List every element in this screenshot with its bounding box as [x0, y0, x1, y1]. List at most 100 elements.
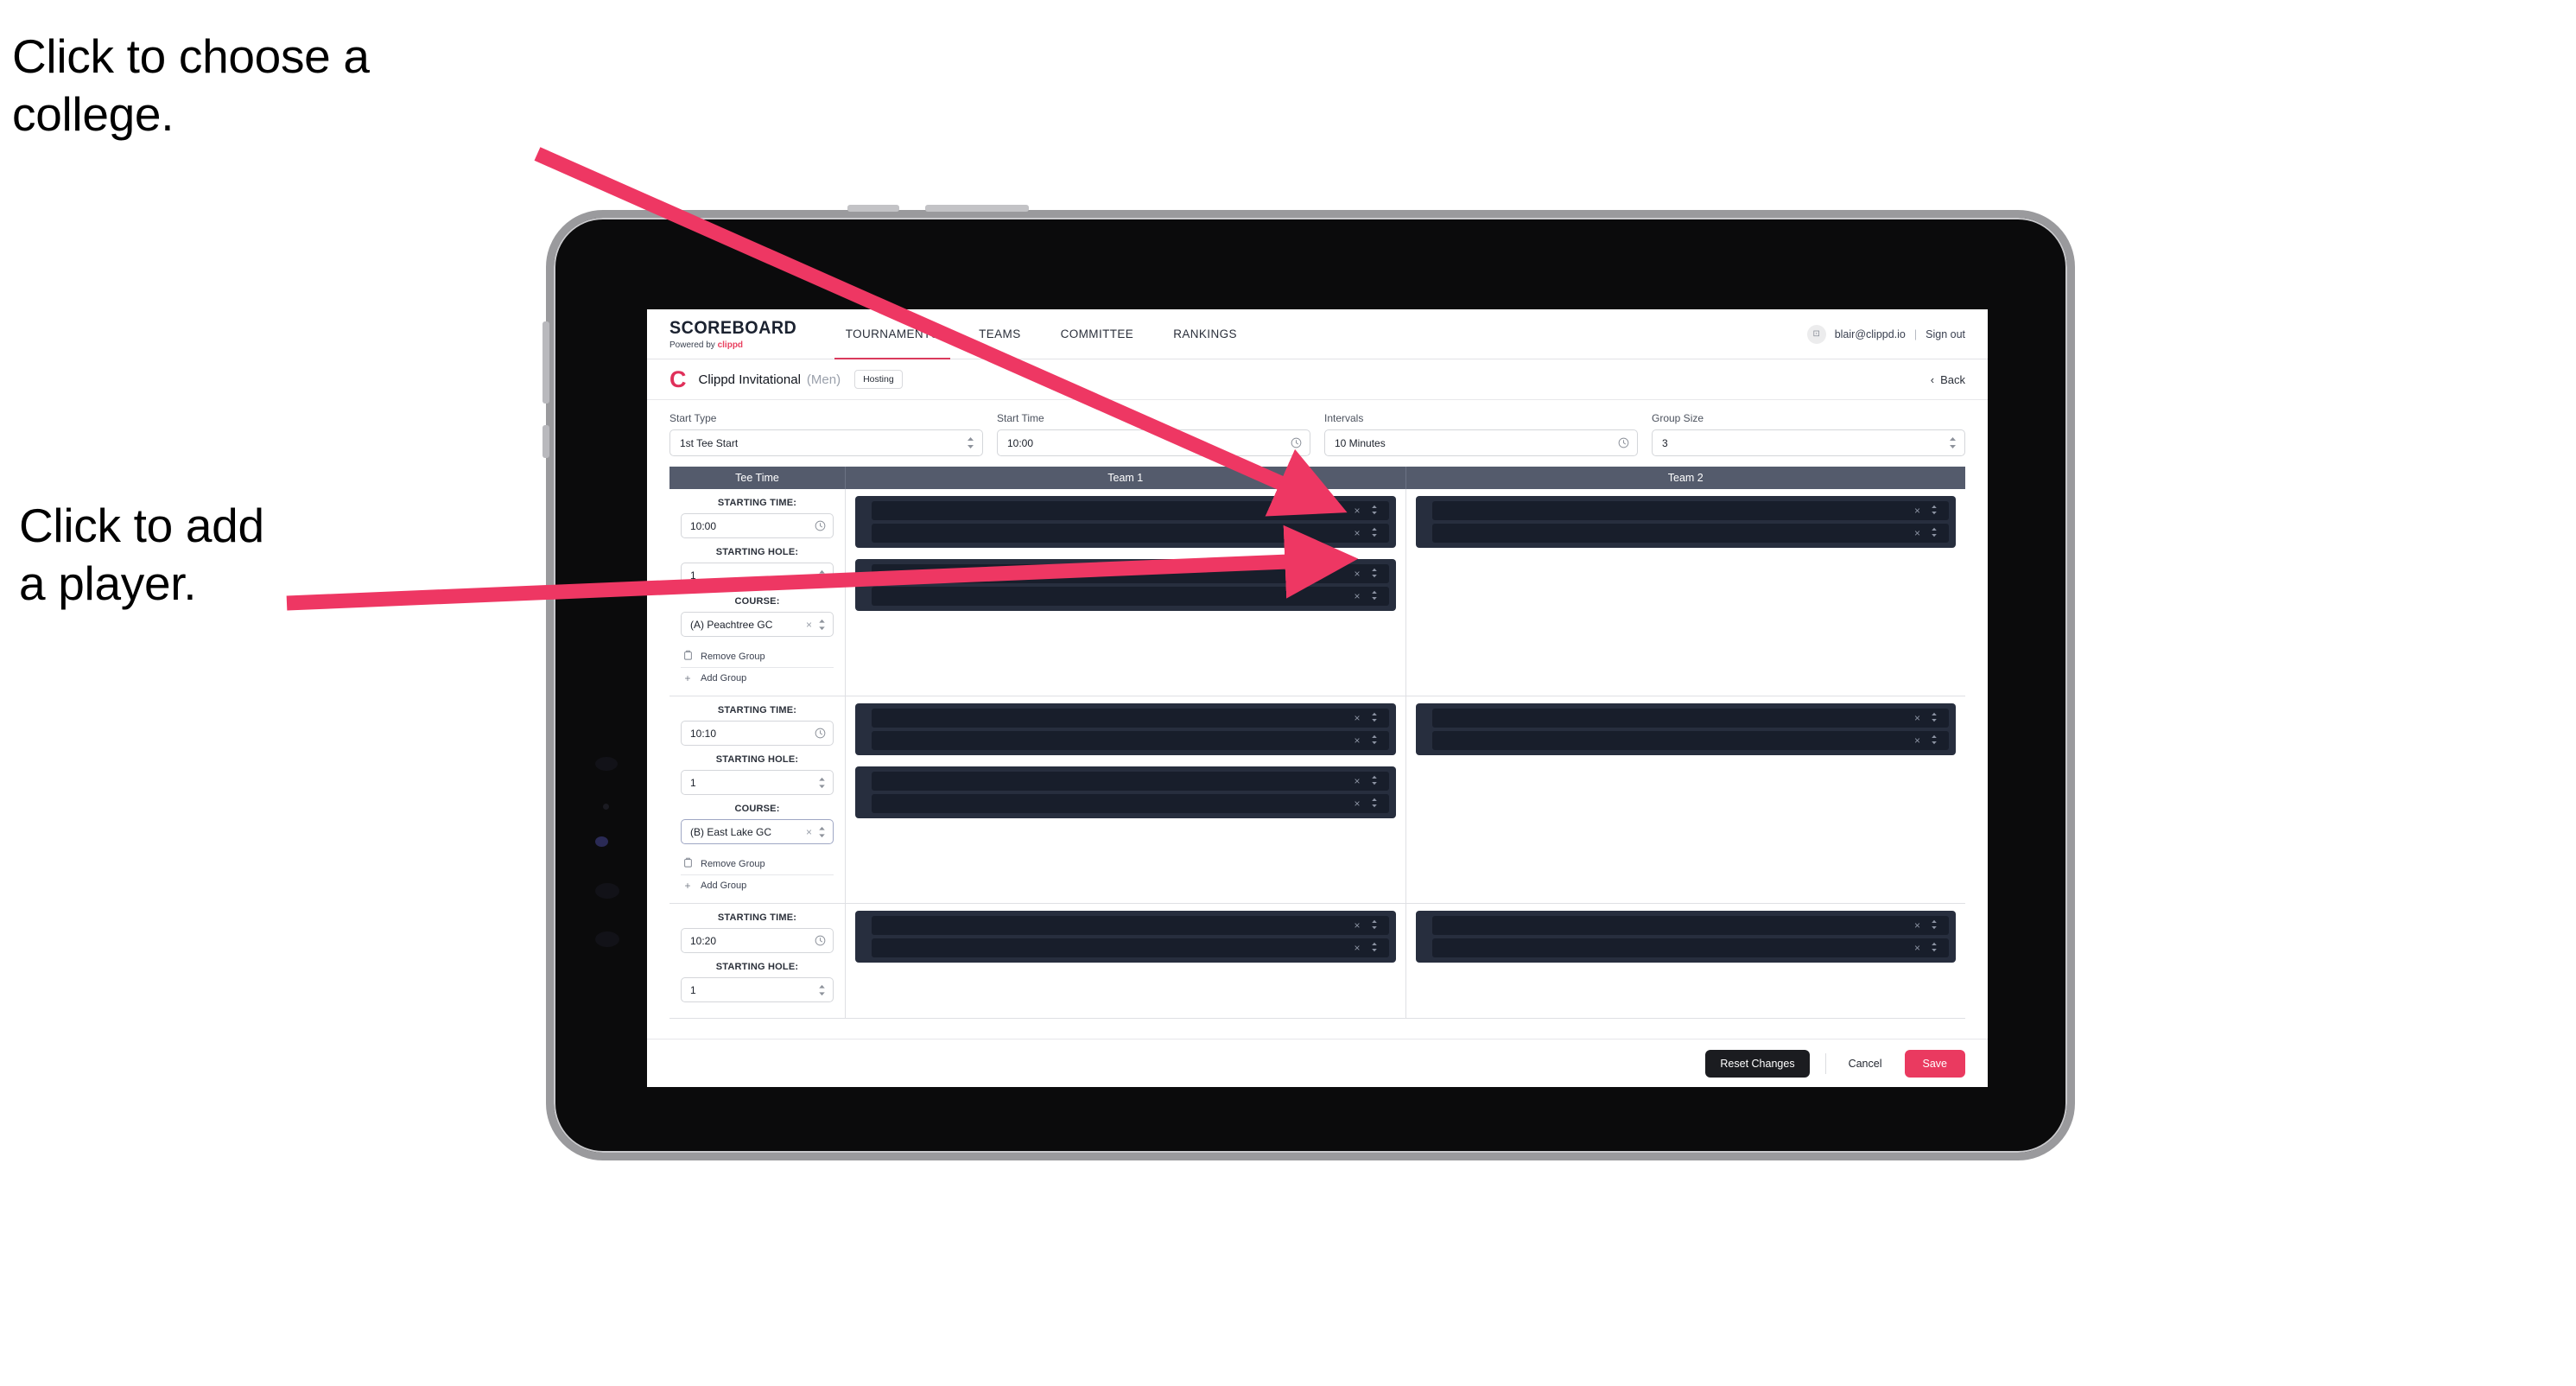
- player-pair-group: × ×: [855, 911, 1396, 963]
- chevron-updown-icon[interactable]: [1931, 527, 1938, 540]
- close-icon[interactable]: ×: [1914, 943, 1920, 953]
- close-icon[interactable]: ×: [1354, 776, 1360, 786]
- close-icon[interactable]: ×: [1354, 798, 1360, 809]
- chevron-updown-icon[interactable]: [1371, 712, 1378, 725]
- intervals-input[interactable]: 10 Minutes: [1324, 429, 1638, 456]
- close-icon[interactable]: ×: [1354, 920, 1360, 931]
- reset-changes-button[interactable]: Reset Changes: [1705, 1049, 1810, 1078]
- remove-group-button[interactable]: Remove Group: [681, 853, 834, 875]
- chevron-updown-icon[interactable]: [818, 826, 826, 838]
- chevron-updown-icon[interactable]: [1931, 712, 1938, 725]
- cancel-button[interactable]: Cancel: [1842, 1050, 1889, 1078]
- close-icon[interactable]: ×: [1914, 735, 1920, 746]
- player-slot[interactable]: ×: [1431, 731, 1949, 750]
- course-select[interactable]: (A) Peachtree GC ×: [681, 612, 834, 637]
- close-icon[interactable]: ×: [1354, 569, 1360, 579]
- scoreboard-logo[interactable]: SCOREBOARD Powered by clippd: [647, 309, 826, 359]
- chevron-updown-icon[interactable]: [818, 619, 826, 631]
- avatar[interactable]: ⊡: [1806, 324, 1826, 344]
- chevron-updown-icon[interactable]: [1931, 734, 1938, 747]
- player-slot[interactable]: ×: [872, 564, 1389, 583]
- course-select[interactable]: (B) East Lake GC ×: [681, 819, 834, 844]
- chevron-updown-icon[interactable]: [818, 777, 826, 789]
- player-slot[interactable]: ×: [872, 772, 1389, 791]
- clock-icon[interactable]: [1618, 437, 1629, 448]
- player-slot[interactable]: ×: [872, 709, 1389, 728]
- player-slot[interactable]: ×: [872, 794, 1389, 813]
- chevron-updown-icon[interactable]: [1931, 919, 1938, 932]
- starting-hole-input[interactable]: 1: [681, 770, 834, 795]
- nav-item-tournaments-label: TOURNAMENTS: [845, 327, 940, 340]
- clock-icon[interactable]: [815, 728, 826, 739]
- chevron-updown-icon[interactable]: [1371, 919, 1378, 932]
- chevron-updown-icon[interactable]: [1371, 798, 1378, 811]
- nav-item-tournaments[interactable]: TOURNAMENTS: [826, 309, 959, 359]
- volume-up-button[interactable]: [542, 321, 549, 404]
- start-type-select[interactable]: 1st Tee Start: [669, 429, 983, 456]
- nav-item-rankings[interactable]: RANKINGS: [1153, 309, 1257, 359]
- player-slot[interactable]: ×: [1431, 916, 1949, 935]
- player-slot[interactable]: ×: [1431, 709, 1949, 728]
- power-button[interactable]: [847, 205, 899, 212]
- starting-time-input[interactable]: 10:10: [681, 721, 834, 746]
- chevron-updown-icon[interactable]: [1371, 527, 1378, 540]
- chevron-updown-icon[interactable]: [1931, 505, 1938, 518]
- chevron-updown-icon[interactable]: [1371, 568, 1378, 581]
- close-icon[interactable]: ×: [1914, 528, 1920, 538]
- player-slot[interactable]: ×: [872, 938, 1389, 957]
- close-icon[interactable]: ×: [1354, 943, 1360, 953]
- player-slot[interactable]: ×: [872, 731, 1389, 750]
- starting-hole-input[interactable]: 1: [681, 977, 834, 1002]
- close-icon[interactable]: ×: [1354, 528, 1360, 538]
- remove-group-label: Remove Group: [701, 651, 765, 662]
- add-group-button[interactable]: + Add Group: [681, 875, 834, 896]
- player-slot[interactable]: ×: [872, 916, 1389, 935]
- remove-group-button[interactable]: Remove Group: [681, 645, 834, 668]
- clock-icon[interactable]: [815, 935, 826, 946]
- clear-icon[interactable]: ×: [806, 619, 812, 631]
- player-slot[interactable]: ×: [872, 524, 1389, 543]
- add-group-button[interactable]: + Add Group: [681, 668, 834, 689]
- chevron-updown-icon[interactable]: [1371, 942, 1378, 955]
- chevron-updown-icon[interactable]: [1949, 436, 1957, 449]
- nav-item-committee[interactable]: COMMITTEE: [1041, 309, 1154, 359]
- player-slot[interactable]: ×: [1431, 524, 1949, 543]
- player-slot[interactable]: ×: [872, 501, 1389, 520]
- player-slot[interactable]: ×: [1431, 501, 1949, 520]
- player-slot[interactable]: ×: [1431, 938, 1949, 957]
- player-pair-group: × ×: [1415, 911, 1956, 963]
- starting-hole-input[interactable]: 1: [681, 563, 834, 588]
- chevron-updown-icon[interactable]: [1371, 505, 1378, 518]
- close-icon[interactable]: ×: [1354, 735, 1360, 746]
- close-icon[interactable]: ×: [1914, 505, 1920, 516]
- back-button[interactable]: ‹ Back: [1931, 373, 1965, 386]
- starting-time-input[interactable]: 10:20: [681, 928, 834, 953]
- volume-down-button[interactable]: [542, 425, 549, 458]
- save-button[interactable]: Save: [1904, 1049, 1965, 1078]
- close-icon[interactable]: ×: [1914, 713, 1920, 723]
- close-icon[interactable]: ×: [1354, 713, 1360, 723]
- chevron-updown-icon[interactable]: [1371, 775, 1378, 788]
- clear-icon[interactable]: ×: [806, 826, 812, 838]
- clock-icon[interactable]: [1291, 437, 1302, 448]
- chevron-updown-icon[interactable]: [1931, 942, 1938, 955]
- close-icon[interactable]: ×: [1354, 591, 1360, 601]
- close-icon[interactable]: ×: [1354, 505, 1360, 516]
- sign-out-link[interactable]: Sign out: [1926, 328, 1965, 340]
- close-icon[interactable]: ×: [1914, 920, 1920, 931]
- starting-time-input[interactable]: 10:00: [681, 513, 834, 538]
- clock-icon[interactable]: [815, 520, 826, 531]
- starting-hole-label: STARTING HOLE:: [715, 754, 799, 765]
- bezel-speaker-dot-3: [595, 931, 619, 947]
- player-slot[interactable]: ×: [872, 587, 1389, 606]
- chevron-updown-icon[interactable]: [1371, 590, 1378, 603]
- chevron-updown-icon[interactable]: [818, 569, 826, 582]
- start-time-input[interactable]: 10:00: [997, 429, 1310, 456]
- group-size-stepper[interactable]: 3: [1652, 429, 1965, 456]
- team-2-cell: × ×: [1405, 489, 1965, 696]
- nav-item-teams[interactable]: TEAMS: [959, 309, 1041, 359]
- chevron-updown-icon[interactable]: [818, 984, 826, 996]
- chevron-updown-icon[interactable]: [1371, 734, 1378, 747]
- chevron-updown-icon[interactable]: [967, 436, 974, 449]
- screenshot-root: Click to choose a college. Click to add …: [0, 0, 2576, 1386]
